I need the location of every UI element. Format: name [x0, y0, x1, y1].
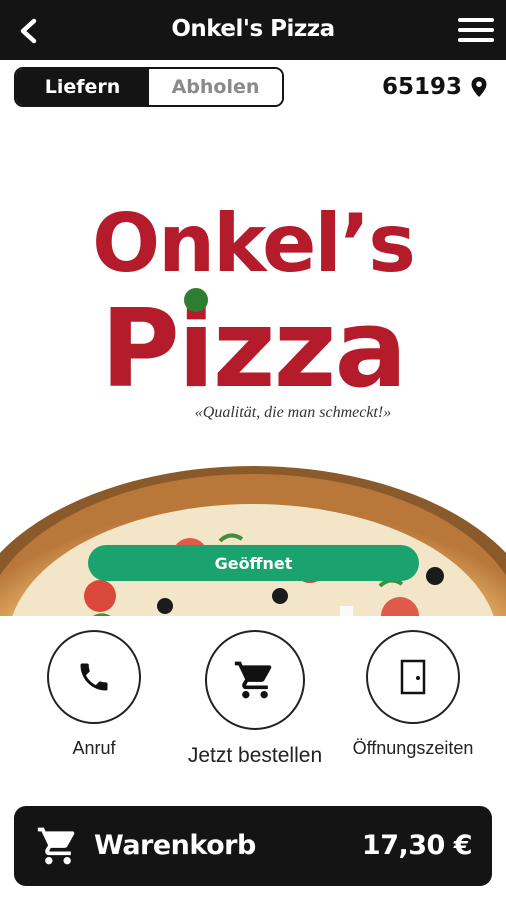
logo-dot: [184, 288, 208, 312]
open-status-badge: Geöffnet: [88, 545, 419, 581]
pizza-image: [0, 466, 506, 616]
phone-icon: [80, 663, 108, 691]
cart-label: Warenkorb: [94, 830, 256, 861]
opening-hours-action[interactable]: Öffnungszeiten: [345, 630, 481, 759]
location-selector[interactable]: 65193: [382, 74, 488, 100]
hamburger-menu-icon: [458, 18, 494, 42]
call-button[interactable]: [47, 630, 141, 724]
order-now-action[interactable]: Jetzt bestellen: [175, 630, 335, 768]
cart-button[interactable]: Warenkorb 17,30 €: [14, 806, 492, 886]
app-header: Onkel's Pizza: [0, 0, 506, 60]
menu-button[interactable]: [456, 14, 496, 46]
zip-code: 65193: [381, 74, 462, 100]
delivery-pickup-toggle: Liefern Abholen: [14, 67, 284, 107]
map-pin-icon: [471, 77, 487, 97]
brand-logo-line1: Onkel’s: [92, 197, 416, 290]
call-action[interactable]: Anruf: [40, 630, 148, 759]
order-now-label: Jetzt bestellen: [187, 744, 323, 767]
opening-hours-label: Öffnungszeiten: [352, 738, 474, 758]
order-now-button[interactable]: [205, 630, 305, 730]
opening-hours-button[interactable]: [366, 630, 460, 724]
pickup-option[interactable]: Abholen: [149, 69, 282, 105]
shopping-cart-icon: [37, 827, 75, 865]
door-icon: [400, 659, 426, 695]
cart-total: 17,30 €: [361, 830, 473, 861]
brand-logo-line2: Pizza: [100, 287, 408, 412]
call-label: Anruf: [72, 738, 116, 758]
order-mode-bar: Liefern Abholen 65193: [0, 60, 506, 116]
brand-hero: Onkel’s Pizza «Qualität, die man schmeck…: [0, 116, 506, 616]
brand-slogan: «Qualität, die man schmeckt!»: [194, 404, 392, 421]
shopping-cart-icon: [234, 661, 272, 699]
app-title: Onkel's Pizza: [171, 16, 335, 42]
delivery-option[interactable]: Liefern: [16, 69, 149, 105]
